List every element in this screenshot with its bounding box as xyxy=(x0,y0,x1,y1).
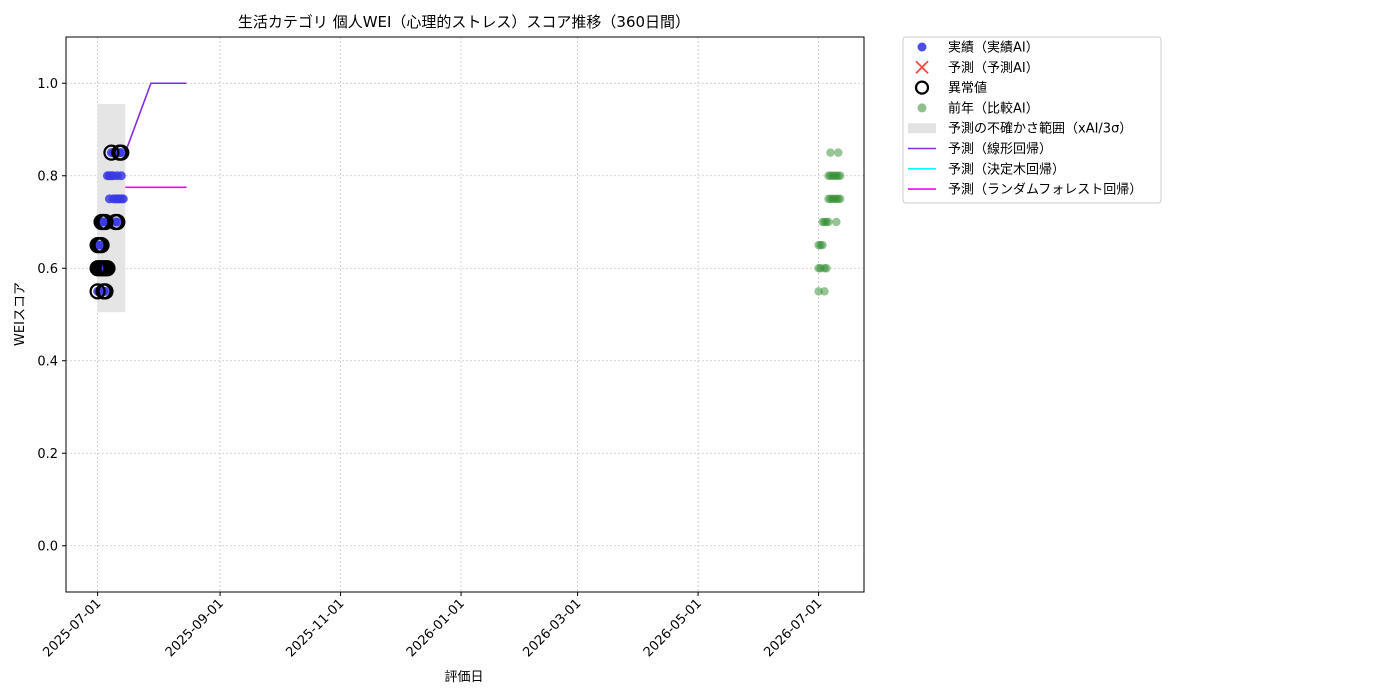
uncertainty-band-area xyxy=(97,104,126,313)
legend-label: 予測（線形回帰） xyxy=(948,141,1052,157)
legend-marker xyxy=(917,42,927,52)
legend-label: 予測（ランダムフォレスト回帰） xyxy=(948,182,1142,198)
y-tick-label: 0.4 xyxy=(37,354,58,369)
prior-year-point xyxy=(836,171,845,180)
prior-year-point xyxy=(836,194,845,204)
actual-point xyxy=(116,171,126,181)
x-tick-label: 2026-05-01 xyxy=(641,596,705,660)
chart-canvas: 生活カテゴリ 個人WEI（心理的ストレス）スコア推移（360日間） 2025-0… xyxy=(13,13,1162,685)
prior-year-point xyxy=(818,240,827,250)
y-axis-label: WEIスコア xyxy=(13,282,28,346)
y-tick-label: 0.6 xyxy=(37,262,58,277)
y-tick-label: 1.0 xyxy=(37,77,58,92)
plot-background xyxy=(66,37,864,592)
legend-label: 予測（決定木回帰） xyxy=(948,161,1065,177)
legend: 実績（実績AI） 予測（予測AI） 異常値前年（比較AI） 予測の不確かさ範囲（xAI… xyxy=(902,36,1162,204)
legend-label: 予測（予測AI） xyxy=(948,61,1039,76)
legend-marker xyxy=(917,103,927,113)
plot-area xyxy=(65,36,865,593)
prior-year-point xyxy=(832,217,841,227)
prior-year-point xyxy=(826,148,835,157)
legend-marker xyxy=(908,123,936,134)
uncertainty-band xyxy=(97,104,126,313)
prior-year-point xyxy=(824,217,833,227)
x-axis-label: 評価日 xyxy=(444,670,483,685)
x-axis-ticks: 2025-07-01 2025-09-01 2025-11-01 2026-01-01… xyxy=(40,592,825,660)
legend-label: 予測の不確かさ範囲（xAI/3σ） xyxy=(948,121,1132,137)
y-axis-ticks: 0.0 0.2 0.4 0.6 0.8 1.0 xyxy=(37,77,66,554)
x-tick-label: 2025-07-01 xyxy=(40,596,104,660)
prior-year-point xyxy=(820,287,829,296)
y-tick-label: 0.0 xyxy=(37,539,58,554)
x-tick-label: 2026-01-01 xyxy=(404,596,468,660)
legend-label: 異常値 xyxy=(948,80,987,96)
x-tick-label: 2026-07-01 xyxy=(761,596,825,660)
x-tick-label: 2025-11-01 xyxy=(283,596,347,660)
legend-label: 実績（実績AI） xyxy=(948,40,1039,56)
x-tick-label: 2025-09-01 xyxy=(163,596,227,660)
prior-year-point xyxy=(834,148,843,157)
y-tick-label: 0.2 xyxy=(37,447,58,462)
actual-point xyxy=(118,194,128,204)
chart-title: 生活カテゴリ 個人WEI（心理的ストレス）スコア推移（360日間） xyxy=(238,13,690,31)
legend-label: 前年（比較AI） xyxy=(948,100,1039,116)
x-tick-label: 2026-03-01 xyxy=(520,596,584,660)
y-tick-label: 0.8 xyxy=(37,169,58,184)
prior-year-point xyxy=(822,264,831,273)
